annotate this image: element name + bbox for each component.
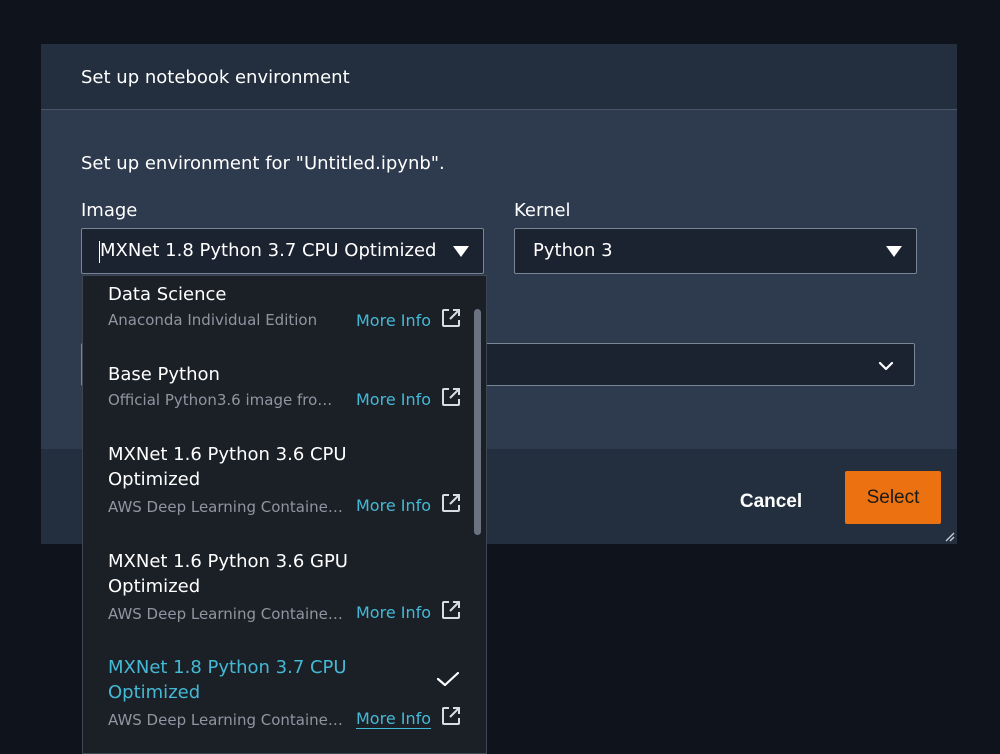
dropdown-scrollbar[interactable] [474, 309, 481, 535]
dropdown-option-mxnet-16-gpu[interactable]: MXNet 1.6 Python 3.6 GPU Optimized AWS D… [83, 543, 486, 643]
external-link-icon[interactable] [440, 599, 462, 621]
option-title: MXNet 1.6 Python 3.6 CPU Optimized [108, 444, 347, 490]
kernel-select-value: Python 3 [533, 240, 613, 261]
external-link-icon[interactable] [440, 386, 462, 408]
more-info-link[interactable]: More Info [356, 311, 431, 330]
external-link-icon[interactable] [440, 705, 462, 727]
option-title: MXNet 1.8 Python 3.7 CPU Optimized [108, 657, 347, 703]
image-select[interactable]: MXNet 1.8 Python 3.7 CPU Optimized [81, 228, 484, 274]
option-title: Base Python [108, 364, 220, 385]
more-info-link[interactable]: More Info [356, 603, 431, 622]
option-description: AWS Deep Learning Containe… [108, 498, 343, 516]
more-info-link[interactable]: More Info [356, 496, 431, 515]
caret-down-icon [453, 246, 469, 257]
image-select-value: MXNet 1.8 Python 3.7 CPU Optimized [100, 240, 437, 261]
option-description: Official Python3.6 image fro… [108, 391, 333, 409]
caret-down-icon [886, 246, 902, 257]
option-description: Anaconda Individual Edition [108, 311, 318, 329]
image-dropdown-list[interactable]: Data Science Anaconda Individual Edition… [82, 275, 487, 754]
resize-grip-icon[interactable] [943, 530, 955, 542]
cancel-button[interactable]: Cancel [721, 487, 821, 517]
chevron-down-icon [878, 361, 894, 371]
image-label: Image [81, 200, 138, 221]
dropdown-option-mxnet-18-cpu[interactable]: MXNet 1.8 Python 3.7 CPU Optimized AWS D… [83, 649, 486, 753]
checkmark-icon [436, 671, 460, 687]
option-description: AWS Deep Learning Containe… [108, 605, 343, 623]
select-button[interactable]: Select [845, 471, 941, 524]
external-link-icon[interactable] [440, 492, 462, 514]
dialog-description: Set up environment for "Untitled.ipynb". [81, 153, 445, 174]
kernel-label: Kernel [514, 200, 571, 221]
dialog-header: Set up notebook environment [41, 44, 957, 110]
dropdown-option-base-python[interactable]: Base Python Official Python3.6 image fro… [83, 356, 486, 426]
dropdown-option-data-science[interactable]: Data Science Anaconda Individual Edition… [83, 276, 486, 346]
option-description: AWS Deep Learning Containe… [108, 711, 343, 729]
dialog-title: Set up notebook environment [81, 67, 350, 88]
more-info-link[interactable]: More Info [356, 709, 431, 728]
kernel-select[interactable]: Python 3 [514, 228, 917, 274]
more-info-link[interactable]: More Info [356, 390, 431, 409]
option-title: MXNet 1.6 Python 3.6 GPU Optimized [108, 551, 348, 597]
option-title: Data Science [108, 284, 227, 305]
dropdown-option-mxnet-16-cpu[interactable]: MXNet 1.6 Python 3.6 CPU Optimized AWS D… [83, 436, 486, 536]
external-link-icon[interactable] [440, 307, 462, 329]
